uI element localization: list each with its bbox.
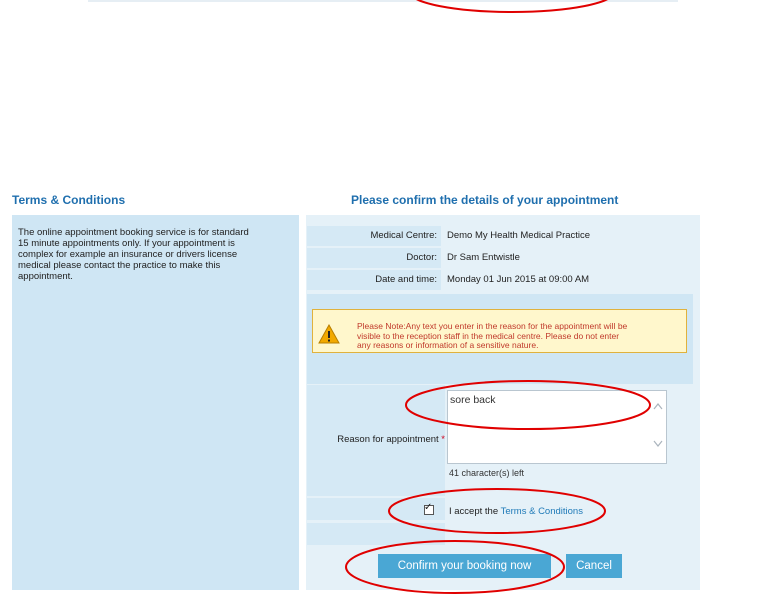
reason-textarea-value: sore back	[450, 394, 496, 406]
date-time-label: Date and time:	[375, 274, 437, 285]
chevron-up-icon[interactable]	[653, 402, 663, 410]
required-marker: *	[441, 434, 445, 445]
doctor-value: Dr Sam Entwistle	[447, 252, 520, 263]
warning-icon	[318, 324, 340, 344]
privacy-note-text: Please Note:Any text you enter in the re…	[357, 321, 677, 351]
top-strip	[88, 0, 678, 2]
terms-line: The online appointment booking service i…	[18, 227, 249, 238]
terms-line: complex for example an insurance or driv…	[18, 249, 238, 260]
doctor-label: Doctor:	[406, 252, 437, 263]
terms-line: 15 minute appointments only. If your app…	[18, 238, 235, 249]
cancel-button[interactable]: Cancel	[566, 554, 622, 578]
terms-line: appointment.	[18, 271, 73, 282]
terms-text: The online appointment booking service i…	[18, 227, 288, 282]
confirm-booking-button[interactable]: Confirm your booking now	[378, 554, 551, 578]
medical-centre-value: Demo My Health Medical Practice	[447, 230, 591, 241]
terms-line: medical please contact the practice to m…	[18, 260, 221, 271]
checkmark-icon: ✓	[424, 502, 433, 513]
characters-left: 41 character(s) left	[449, 468, 525, 478]
accept-terms-label: I accept the Terms & Conditions	[449, 506, 583, 517]
confirm-heading: Please confirm the details of your appoi…	[351, 193, 619, 207]
spacer-value-cell	[447, 523, 693, 545]
spacer-label-cell	[307, 523, 445, 545]
date-time-value: Monday 01 Jun 2015 at 09:00 AM	[447, 274, 590, 285]
reason-label: Reason for appointment *	[337, 434, 445, 445]
medical-centre-label: Medical Centre:	[370, 230, 437, 241]
chevron-down-icon[interactable]	[653, 440, 663, 448]
note-line: any reasons or information of a sensitiv…	[357, 340, 539, 350]
terms-link[interactable]: Terms & Conditions	[501, 506, 583, 517]
terms-heading: Terms & Conditions	[12, 193, 126, 207]
